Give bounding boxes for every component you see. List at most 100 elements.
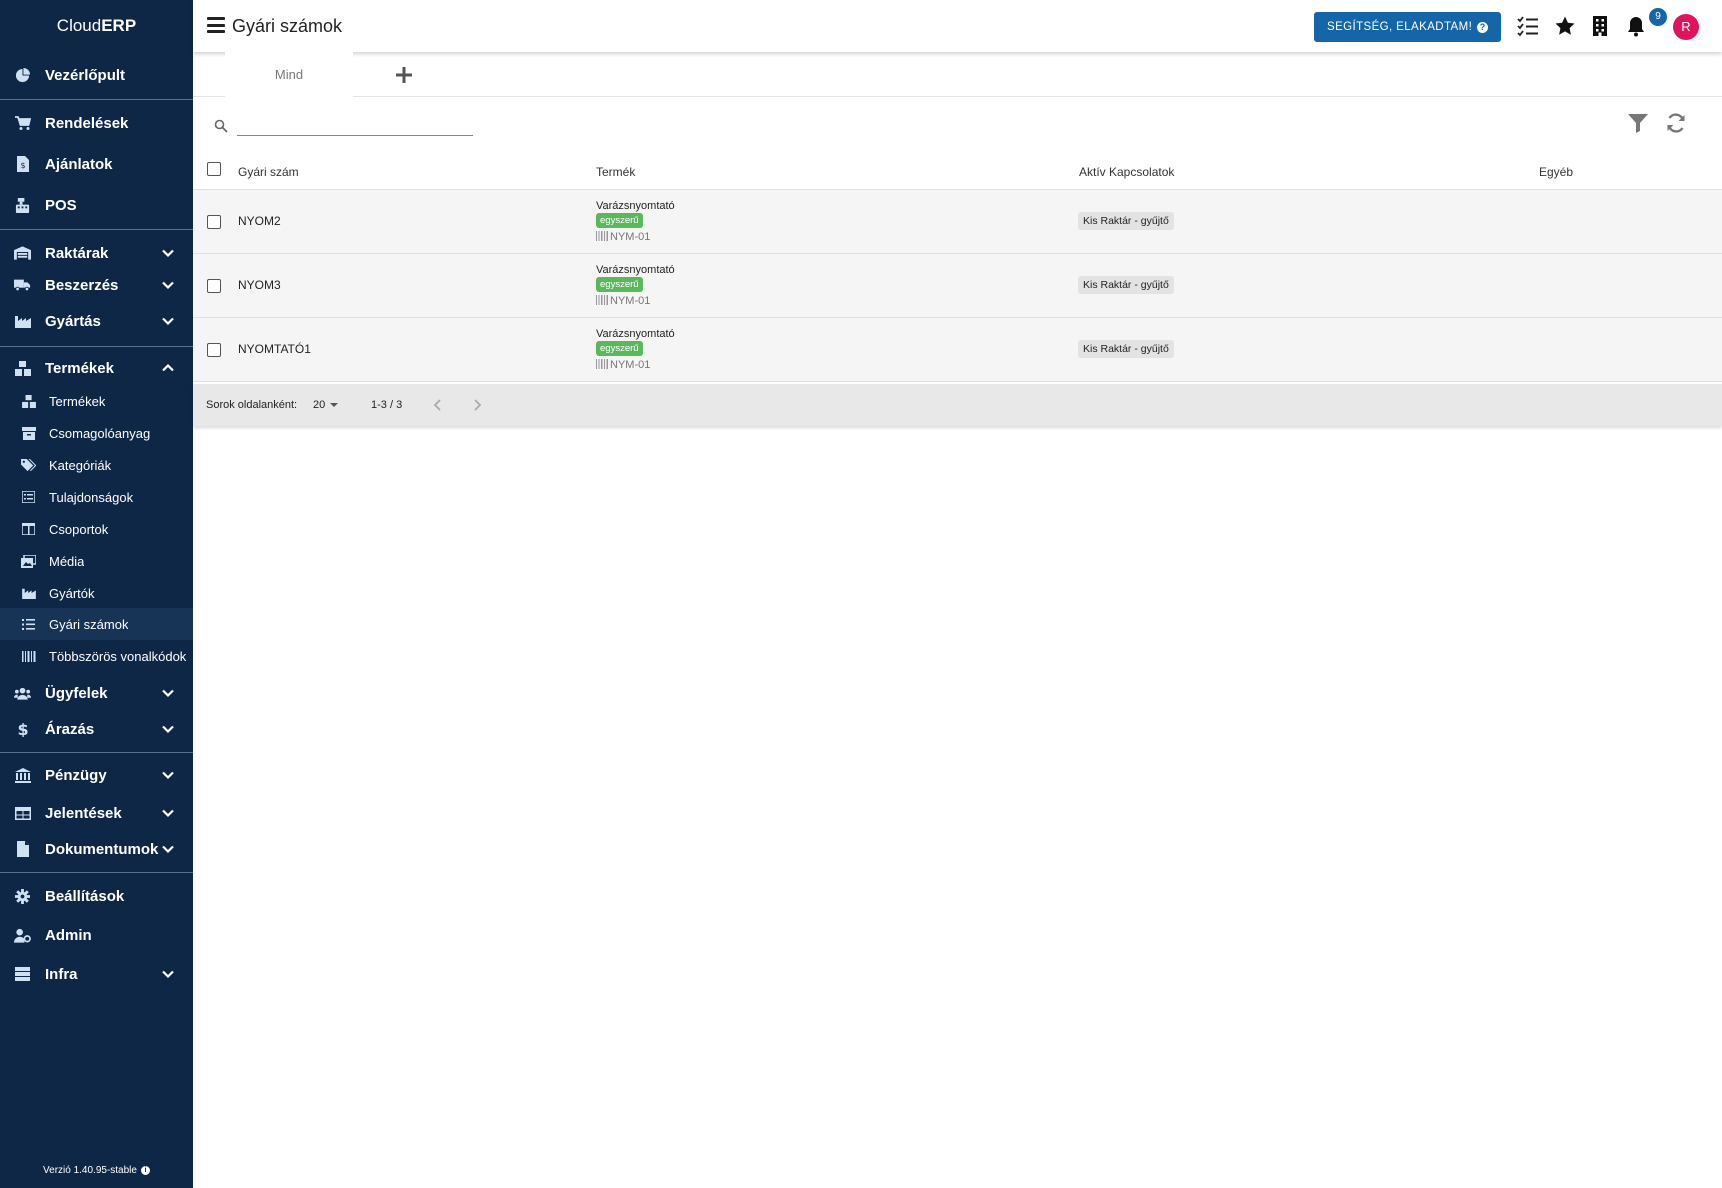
- sidebar-subitem-categories[interactable]: Kategóriák: [0, 449, 193, 481]
- sidebar-item-label: Raktárak: [45, 244, 109, 262]
- sidebar-subitem-media[interactable]: Média: [0, 545, 193, 577]
- cash-register-icon: [14, 197, 31, 214]
- product-name[interactable]: Varázsnyomtató: [596, 200, 675, 212]
- sidebar-subitem-packaging[interactable]: Csomagolóanyag: [0, 417, 193, 449]
- rows-per-page-select[interactable]: 20: [313, 399, 339, 411]
- brand-bold: ERP: [101, 16, 137, 35]
- sidebar-item-label: Árazás: [45, 720, 95, 738]
- next-page-icon[interactable]: [469, 397, 485, 413]
- relation-chip[interactable]: Kis Raktár - gyűjtő: [1078, 340, 1174, 358]
- sidebar-item-orders[interactable]: Rendelések: [0, 111, 193, 135]
- top-bar: Gyári számok SEGÍTSÉG, ELAKADTAM! ? 9 R: [193, 0, 1722, 52]
- serial-number: NYOM3: [238, 278, 281, 292]
- factory-icon: [14, 313, 31, 330]
- gear-icon: [14, 888, 31, 905]
- checklist-icon[interactable]: [1517, 15, 1539, 37]
- columns-icon: [21, 522, 36, 537]
- sidebar-item-pricing[interactable]: $ Árazás: [0, 717, 193, 741]
- sidebar-item-label: Gyártás: [45, 312, 101, 330]
- sidebar-item-pos[interactable]: POS: [0, 193, 193, 217]
- help-button[interactable]: SEGÍTSÉG, ELAKADTAM! ?: [1314, 12, 1502, 42]
- filter-icon[interactable]: [1627, 112, 1649, 134]
- sidebar-subitem-serial-numbers[interactable]: Gyári számok: [0, 608, 193, 640]
- box-icon: [21, 426, 36, 441]
- row-checkbox[interactable]: [207, 279, 221, 293]
- sidebar-item-manufacturing[interactable]: Gyártás: [0, 309, 193, 333]
- column-header[interactable]: Aktív Kapcsolatok: [1079, 165, 1174, 179]
- sidebar-item-reports[interactable]: Jelentések: [0, 801, 193, 825]
- column-header[interactable]: Gyári szám: [238, 165, 299, 179]
- avatar[interactable]: R: [1673, 14, 1699, 40]
- menu-icon[interactable]: [207, 17, 225, 33]
- sidebar-item-settings[interactable]: Beállítások: [0, 884, 193, 908]
- sidebar-subitem-properties[interactable]: Tulajdonságok: [0, 481, 193, 513]
- building-icon[interactable]: [1589, 15, 1611, 37]
- sidebar-item-products[interactable]: Termékek: [0, 356, 193, 380]
- sidebar-item-finance[interactable]: Pénzügy: [0, 763, 193, 787]
- sidebar-subitem-multiple-barcodes[interactable]: Többszörös vonalkódok: [0, 640, 193, 672]
- rows-per-page-label: Sorok oldalanként:: [206, 399, 298, 411]
- star-icon[interactable]: [1554, 15, 1576, 37]
- images-icon: [21, 554, 36, 569]
- add-tab-icon[interactable]: [393, 64, 415, 86]
- sidebar-item-infra[interactable]: Infra: [0, 962, 193, 986]
- info-icon[interactable]: i: [140, 1166, 150, 1175]
- list-table-icon: [21, 490, 36, 505]
- search-input[interactable]: [237, 114, 473, 136]
- row-checkbox[interactable]: [207, 343, 221, 357]
- barcode-icon: [596, 359, 608, 369]
- sidebar-item-label: POS: [45, 196, 77, 214]
- row-checkbox[interactable]: [207, 215, 221, 229]
- table-row[interactable]: NYOM3 Varázsnyomtató egyszerű NYM-01 Kis…: [193, 254, 1722, 318]
- relation-chip[interactable]: Kis Raktár - gyűjtő: [1078, 212, 1174, 230]
- column-header[interactable]: Termék: [596, 165, 635, 179]
- sidebar-item-label: Rendelések: [45, 114, 129, 132]
- app-version: Verzió 1.40.95-stable i: [0, 1165, 193, 1176]
- sidebar-item-customers[interactable]: Ügyfelek: [0, 681, 193, 705]
- select-all-checkbox[interactable]: [207, 162, 221, 176]
- sidebar-item-label: Beállítások: [45, 887, 125, 905]
- chevron-down-icon: [162, 317, 174, 326]
- table-row[interactable]: NYOM2 Varázsnyomtató egyszerű NYM-01 Kis…: [193, 190, 1722, 254]
- sidebar-item-label: Dokumentumok: [45, 840, 159, 858]
- sidebar-divider: [0, 346, 193, 347]
- tab-all[interactable]: Mind: [225, 52, 353, 97]
- product-type-tag: egyszerű: [596, 341, 643, 356]
- sidebar-item-label: Infra: [45, 965, 78, 983]
- sidebar-item-quotes[interactable]: $ Ajánlatok: [0, 152, 193, 176]
- app-logo[interactable]: Cloud ERP: [0, 0, 193, 52]
- bell-icon[interactable]: [1625, 15, 1647, 37]
- sidebar-item-admin[interactable]: Admin: [0, 923, 193, 947]
- sidebar-divider: [0, 99, 193, 100]
- column-header[interactable]: Egyéb: [1539, 165, 1573, 179]
- sidebar-subitem-label: Gyári számok: [49, 616, 129, 632]
- sidebar-subitem-manufacturers[interactable]: Gyártók: [0, 577, 193, 609]
- product-sku: NYM-01: [610, 231, 651, 243]
- sidebar-subitem-label: Termékek: [49, 393, 106, 409]
- serial-number: NYOM2: [238, 214, 281, 228]
- sidebar-item-warehouses[interactable]: Raktárak: [0, 241, 193, 265]
- sidebar-item-label: Jelentések: [45, 804, 122, 822]
- previous-page-icon[interactable]: [430, 397, 446, 413]
- sidebar-item-dashboard[interactable]: Vezérlőpult: [0, 63, 193, 87]
- barcode-icon: [596, 231, 608, 241]
- sidebar-subitem-label: Csoportok: [49, 521, 109, 537]
- sidebar-item-documents[interactable]: Dokumentumok: [0, 837, 193, 861]
- sidebar: Cloud ERP Vezérlőpult Rendelések $ Ajánla…: [0, 0, 193, 1188]
- document-icon: [14, 841, 31, 858]
- product-type-tag: egyszerű: [596, 277, 643, 292]
- sidebar-subitem-products[interactable]: Termékek: [0, 385, 193, 417]
- table-pagination: Sorok oldalanként: 20 1-3 / 3: [193, 384, 1722, 426]
- sidebar-item-label: Termékek: [45, 359, 114, 377]
- product-name[interactable]: Varázsnyomtató: [596, 328, 675, 340]
- relation-chip[interactable]: Kis Raktár - gyűjtő: [1078, 276, 1174, 294]
- help-button-label: SEGÍTSÉG, ELAKADTAM!: [1327, 21, 1473, 33]
- sidebar-subitem-label: Többszörös vonalkódok: [49, 648, 187, 664]
- sidebar-subitem-groups[interactable]: Csoportok: [0, 513, 193, 545]
- table-row[interactable]: NYOMTATÓ1 Varázsnyomtató egyszerű NYM-01…: [193, 318, 1722, 382]
- product-name[interactable]: Varázsnyomtató: [596, 264, 675, 276]
- chevron-down-icon: [162, 689, 174, 698]
- brand-prefix: Cloud: [56, 16, 102, 35]
- refresh-icon[interactable]: [1665, 112, 1687, 134]
- sidebar-item-procurement[interactable]: Beszerzés: [0, 273, 193, 297]
